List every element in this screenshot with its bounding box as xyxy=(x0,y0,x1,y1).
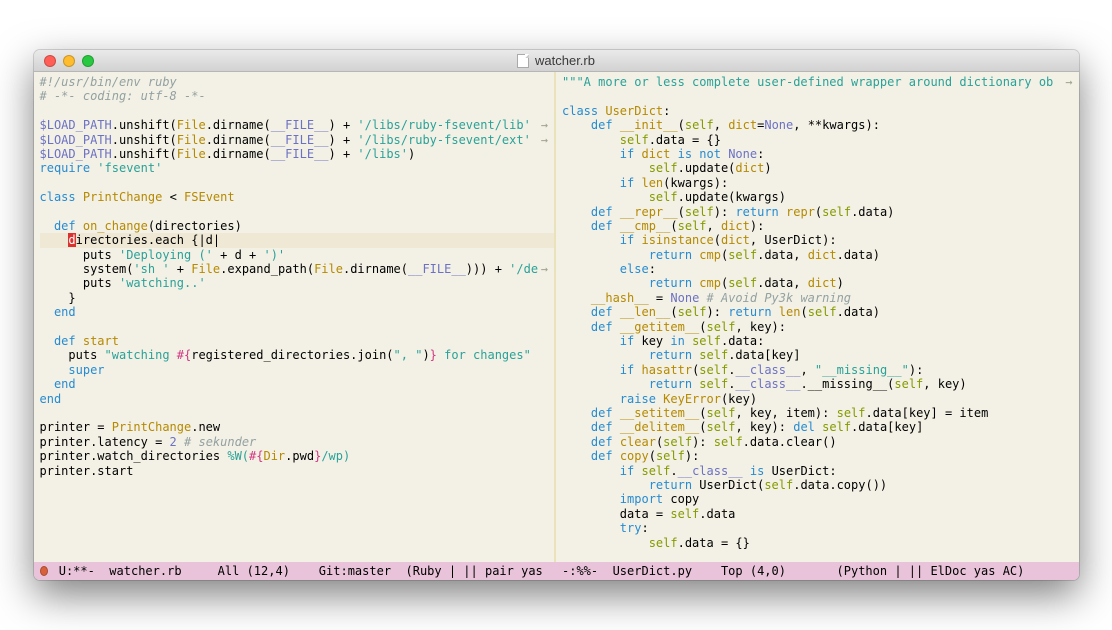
code-line[interactable]: # if not d.match('^' + File.expand_path(… xyxy=(548,233,556,247)
status-bar: U:**- watcher.rb All (12,4) Git:master (… xyxy=(34,562,1079,580)
code-line[interactable]: puts "watching #{registered_directories.… xyxy=(40,348,549,362)
code-line[interactable]: system('sh ' + File.expand_path(File.dir… xyxy=(40,262,549,276)
code-line[interactable]: self.update(kwargs) xyxy=(562,190,1073,204)
status-left-text: U:**- watcher.rb All (12,4) Git:master (… xyxy=(52,564,551,578)
titlebar: watcher.rb xyxy=(34,50,1079,72)
code-line[interactable]: return self.__class__.__missing__(self, … xyxy=(562,377,1073,391)
code-line[interactable]: """A more or less complete user-defined … xyxy=(562,75,1073,89)
window-title: watcher.rb xyxy=(517,53,595,68)
code-line[interactable]: def __cmp__(self, dict): xyxy=(562,219,1073,233)
wrap-indicator-icon: → xyxy=(541,118,548,132)
code-line[interactable]: puts 'watching..' xyxy=(40,276,549,290)
code-line[interactable]: printer.start xyxy=(40,464,549,478)
wrap-indicator-icon: → xyxy=(541,133,548,147)
code-line[interactable]: self.update(dict) xyxy=(562,161,1073,175)
code-line[interactable]: import copy xyxy=(562,492,1073,506)
code-line[interactable]: def start xyxy=(40,334,549,348)
code-line[interactable]: def __delitem__(self, key): del self.dat… xyxy=(562,420,1073,434)
code-line[interactable]: } xyxy=(40,291,549,305)
code-line[interactable] xyxy=(40,176,549,190)
code-line[interactable]: printer.watch_directories %W(#{Dir.pwd}/… xyxy=(40,449,549,463)
code-line[interactable]: else: xyxy=(562,262,1073,276)
editor-window: watcher.rb #!/usr/bin/env ruby# -*- codi… xyxy=(34,50,1079,580)
code-line[interactable]: return cmp(self.data, dict) xyxy=(562,276,1073,290)
code-line[interactable]: if dict is not None: xyxy=(562,147,1073,161)
code-line[interactable]: data = self.data xyxy=(562,507,1073,521)
code-line[interactable]: end xyxy=(40,377,549,391)
code-line[interactable]: if hasattr(self.__class__, "__missing__"… xyxy=(562,363,1073,377)
wrap-indicator-icon: → xyxy=(1065,75,1072,89)
code-line[interactable]: if self.__class__ is UserDict: xyxy=(562,464,1073,478)
status-left: U:**- watcher.rb All (12,4) Git:master (… xyxy=(34,564,557,578)
code-line[interactable]: $LOAD_PATH.unshift(File.dirname(__FILE__… xyxy=(40,147,549,161)
code-line[interactable]: class UserDict: xyxy=(562,104,1073,118)
code-line[interactable]: if len(kwargs): xyxy=(562,176,1073,190)
code-line[interactable]: super xyxy=(40,363,549,377)
zoom-icon[interactable] xyxy=(82,55,94,67)
code-line[interactable] xyxy=(40,205,549,219)
code-line[interactable]: puts 'Deploying (' + d + ')' xyxy=(40,248,549,262)
code-line[interactable]: require 'fsevent' xyxy=(40,161,549,175)
code-line[interactable]: try: xyxy=(562,521,1073,535)
code-line[interactable]: def __init__(self, dict=None, **kwargs): xyxy=(562,118,1073,132)
code-line[interactable]: if key in self.data: xyxy=(562,334,1073,348)
code-line[interactable] xyxy=(40,406,549,420)
code-line[interactable]: end xyxy=(40,392,549,406)
code-line[interactable]: $LOAD_PATH.unshift(File.dirname(__FILE__… xyxy=(40,133,549,147)
code-line[interactable]: end xyxy=(40,305,549,319)
status-right: -:%%- UserDict.py Top (4,0) (Python | ||… xyxy=(556,564,1079,578)
code-line[interactable]: def clear(self): self.data.clear() xyxy=(562,435,1073,449)
code-line[interactable] xyxy=(562,89,1073,103)
code-line[interactable] xyxy=(40,320,549,334)
status-indicator-icon xyxy=(40,566,48,576)
code-line[interactable]: $LOAD_PATH.unshift(File.dirname(__FILE__… xyxy=(40,118,549,132)
left-pane[interactable]: #!/usr/bin/env ruby# -*- coding: utf-8 -… xyxy=(34,72,557,562)
code-line[interactable]: def on_change(directories) xyxy=(40,219,549,233)
traffic-lights xyxy=(34,55,94,67)
code-line[interactable]: directories.each {|d| xyxy=(40,233,549,247)
code-line[interactable]: printer.latency = 2 # sekunder xyxy=(40,435,549,449)
code-line[interactable]: def __len__(self): return len(self.data) xyxy=(562,305,1073,319)
code-line[interactable]: return UserDict(self.data.copy()) xyxy=(562,478,1073,492)
minimize-icon[interactable] xyxy=(63,55,75,67)
code-line[interactable]: def __setitem__(self, key, item): self.d… xyxy=(562,406,1073,420)
editor-panes: #!/usr/bin/env ruby# -*- coding: utf-8 -… xyxy=(34,72,1079,562)
code-line[interactable]: raise KeyError(key) xyxy=(562,392,1073,406)
code-line[interactable]: self.data = {} xyxy=(562,536,1073,550)
code-line[interactable]: printer = PrintChange.new xyxy=(40,420,549,434)
code-line[interactable]: class PrintChange < FSEvent xyxy=(40,190,549,204)
close-icon[interactable] xyxy=(44,55,56,67)
code-line[interactable]: self.data = {} xyxy=(562,133,1073,147)
code-line[interactable] xyxy=(40,104,549,118)
code-line[interactable]: #!/usr/bin/env ruby xyxy=(40,75,549,89)
status-right-text: -:%%- UserDict.py Top (4,0) (Python | ||… xyxy=(562,564,1075,578)
code-line[interactable]: if isinstance(dict, UserDict): xyxy=(562,233,1073,247)
right-pane[interactable]: """A more or less complete user-defined … xyxy=(556,72,1079,562)
code-line[interactable]: return self.data[key] xyxy=(562,348,1073,362)
code-line[interactable]: def __getitem__(self, key): xyxy=(562,320,1073,334)
code-line[interactable]: def __repr__(self): return repr(self.dat… xyxy=(562,205,1073,219)
code-line[interactable]: # -*- coding: utf-8 -*- xyxy=(40,89,549,103)
code-line[interactable]: return cmp(self.data, dict.data) xyxy=(562,248,1073,262)
code-line[interactable]: __hash__ = None # Avoid Py3k warning xyxy=(562,291,1073,305)
file-icon xyxy=(517,54,529,68)
wrap-indicator-icon: → xyxy=(541,262,548,276)
code-line[interactable]: def copy(self): xyxy=(562,449,1073,463)
window-title-text: watcher.rb xyxy=(535,53,595,68)
